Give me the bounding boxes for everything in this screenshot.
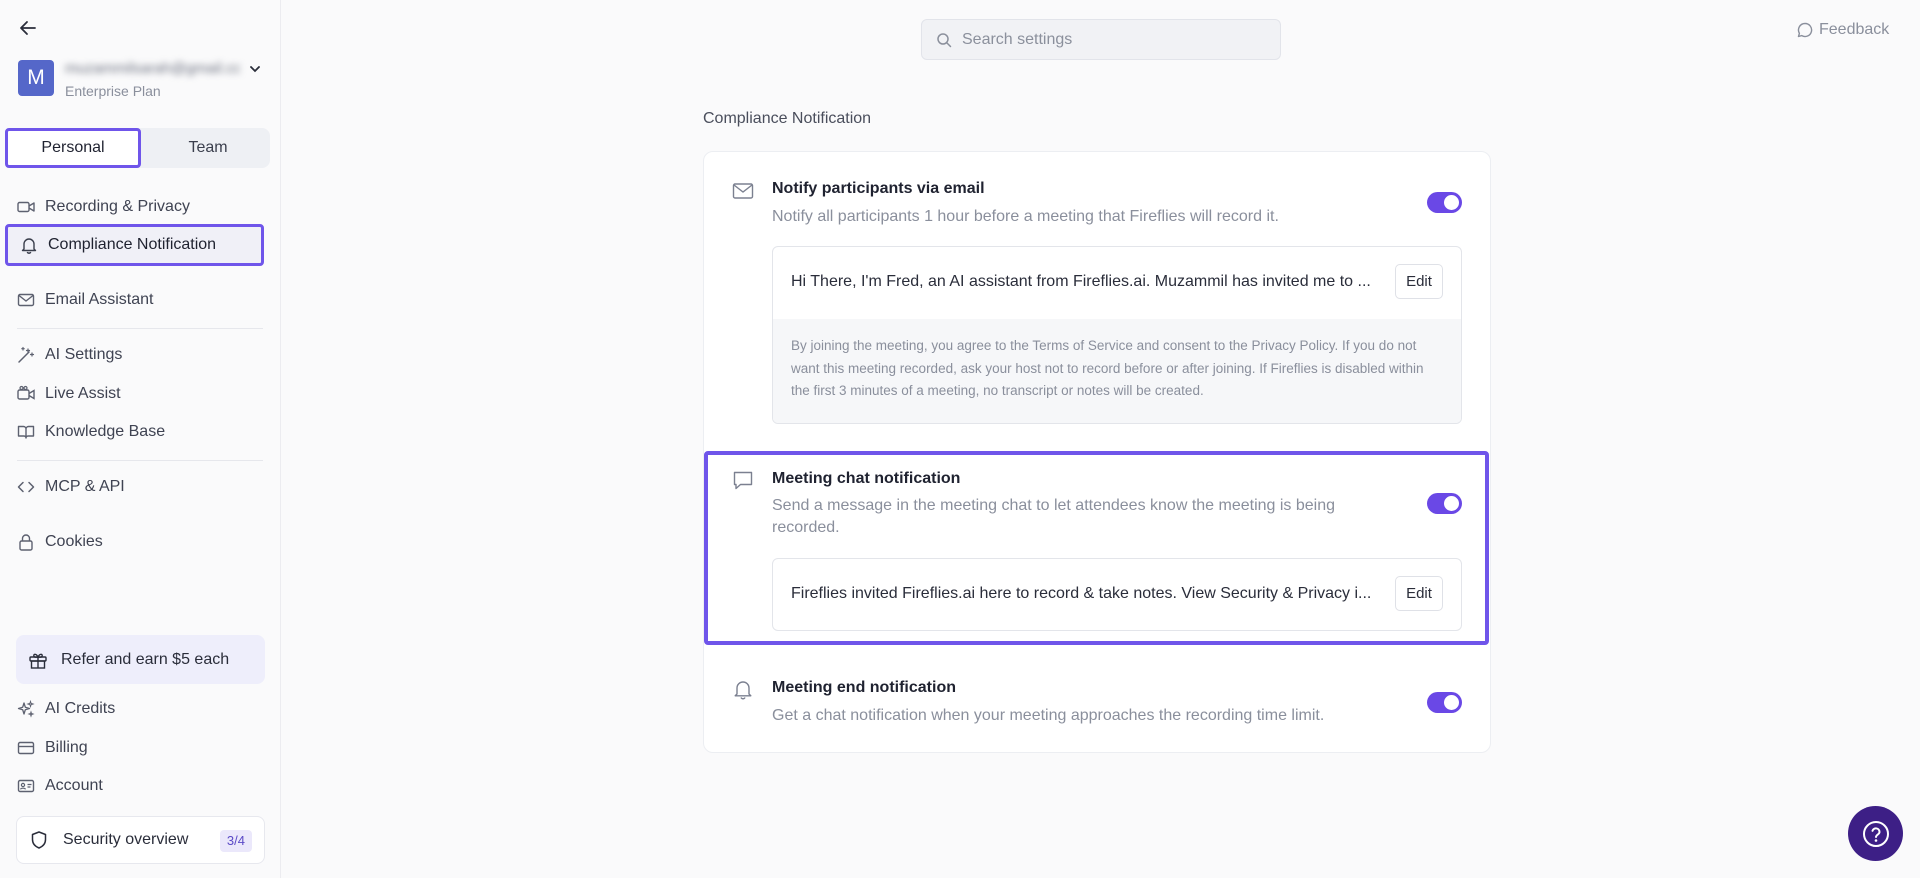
- email-message-text: Hi There, I'm Fred, an AI assistant from…: [791, 273, 1371, 290]
- search-bar: [921, 19, 1281, 60]
- feedback-link[interactable]: Feedback: [1797, 21, 1889, 39]
- account-switcher[interactable]: M muzammilsarah@gmail.com Enterprise Pla…: [18, 60, 268, 102]
- video-icon: [17, 198, 35, 216]
- row-title: Notify participants via email: [772, 180, 985, 197]
- shield-icon: [29, 830, 49, 850]
- bell-icon: [20, 236, 38, 254]
- help-button[interactable]: [1848, 806, 1903, 861]
- bell-icon: [732, 678, 754, 700]
- video-assist-icon: [17, 385, 35, 403]
- sparkle-icon: [17, 700, 35, 718]
- sidebar-item-label: Compliance Notification: [48, 236, 217, 253]
- sidebar-item-ai-settings[interactable]: AI Settings: [17, 341, 122, 369]
- tab-personal[interactable]: Personal: [5, 128, 141, 168]
- security-overview-button[interactable]: Security overview 3/4: [16, 816, 265, 864]
- book-icon: [17, 423, 35, 441]
- credit-card-icon: [17, 739, 35, 757]
- row-description: Send a message in the meeting chat to le…: [772, 497, 1336, 536]
- page-title: Compliance Notification: [703, 110, 872, 127]
- code-icon: [17, 478, 35, 496]
- sidebar-item-cookies[interactable]: Cookies: [17, 528, 103, 556]
- row-title: Meeting end notification: [772, 679, 956, 696]
- lock-icon: [17, 533, 35, 551]
- search-input[interactable]: [962, 30, 1262, 49]
- chat-bubble-icon: [1797, 22, 1813, 38]
- chat-notification-toggle[interactable]: [1427, 493, 1462, 514]
- sidebar-item-label: AI Credits: [45, 700, 116, 717]
- sidebar-item-label: MCP & API: [45, 478, 125, 495]
- question-mark-icon: [1862, 820, 1889, 847]
- sidebar-item-label: Billing: [45, 739, 88, 756]
- chat-message-text: Fireflies invited Fireflies.ai here to r…: [791, 585, 1372, 602]
- sidebar-item-mcp-api[interactable]: MCP & API: [17, 473, 125, 501]
- email-notification-toggle[interactable]: [1427, 192, 1462, 213]
- sidebar-item-recording-privacy[interactable]: Recording & Privacy: [17, 193, 190, 221]
- sidebar-item-email-assistant[interactable]: Email Assistant: [17, 286, 153, 314]
- sidebar-item-knowledge-base[interactable]: Knowledge Base: [17, 418, 165, 446]
- mail-icon: [17, 291, 35, 309]
- magic-wand-icon: [17, 346, 35, 364]
- mail-icon: [732, 180, 754, 202]
- sidebar-item-label: Recording & Privacy: [45, 198, 190, 215]
- id-card-icon: [17, 777, 35, 795]
- back-arrow-icon[interactable]: [17, 17, 39, 39]
- gift-icon: [28, 650, 48, 670]
- sidebar-item-label: Live Assist: [45, 385, 121, 402]
- sidebar-item-ai-credits[interactable]: AI Credits: [17, 695, 115, 723]
- sidebar: M muzammilsarah@gmail.com Enterprise Pla…: [0, 0, 281, 878]
- account-plan: Enterprise Plan: [65, 83, 161, 99]
- sidebar-item-compliance-notification[interactable]: Compliance Notification: [5, 224, 264, 266]
- email-message-box: Hi There, I'm Fred, an AI assistant from…: [772, 246, 1462, 424]
- row-description: Notify all participants 1 hour before a …: [772, 208, 1279, 225]
- security-progress-badge: 3/4: [219, 830, 252, 852]
- security-label: Security overview: [63, 831, 189, 848]
- avatar: M: [18, 60, 54, 96]
- sidebar-item-billing[interactable]: Billing: [17, 734, 88, 762]
- message-square-icon: [732, 469, 754, 491]
- scope-toggle: Personal Team: [5, 128, 271, 168]
- feedback-label: Feedback: [1819, 21, 1890, 38]
- refer-button[interactable]: Refer and earn $5 each: [16, 635, 265, 684]
- disclaimer-text: By joining the meeting, you agree to the…: [773, 319, 1461, 423]
- end-notification-toggle[interactable]: [1427, 692, 1462, 713]
- account-email: muzammilsarah@gmail.com: [65, 60, 240, 77]
- divider: [17, 460, 263, 461]
- sidebar-item-label: AI Settings: [45, 346, 123, 363]
- sidebar-item-live-assist[interactable]: Live Assist: [17, 380, 121, 408]
- chevron-down-icon[interactable]: [249, 63, 261, 75]
- row-title: Meeting chat notification: [772, 470, 961, 487]
- chat-message-box: Fireflies invited Fireflies.ai here to r…: [772, 558, 1462, 631]
- divider: [17, 328, 263, 329]
- edit-chat-button[interactable]: Edit: [1395, 576, 1443, 611]
- search-icon: [936, 32, 952, 48]
- row-description: Get a chat notification when your meetin…: [772, 707, 1325, 724]
- sidebar-item-account[interactable]: Account: [17, 772, 103, 800]
- sidebar-item-label: Knowledge Base: [45, 423, 166, 440]
- settings-card: Notify participants via email Notify all…: [703, 151, 1491, 753]
- edit-email-button[interactable]: Edit: [1395, 264, 1443, 299]
- sidebar-item-label: Cookies: [45, 533, 103, 550]
- sidebar-item-label: Account: [45, 777, 103, 794]
- tab-team[interactable]: Team: [145, 128, 271, 168]
- sidebar-item-label: Email Assistant: [45, 291, 154, 308]
- refer-label: Refer and earn $5 each: [61, 650, 230, 668]
